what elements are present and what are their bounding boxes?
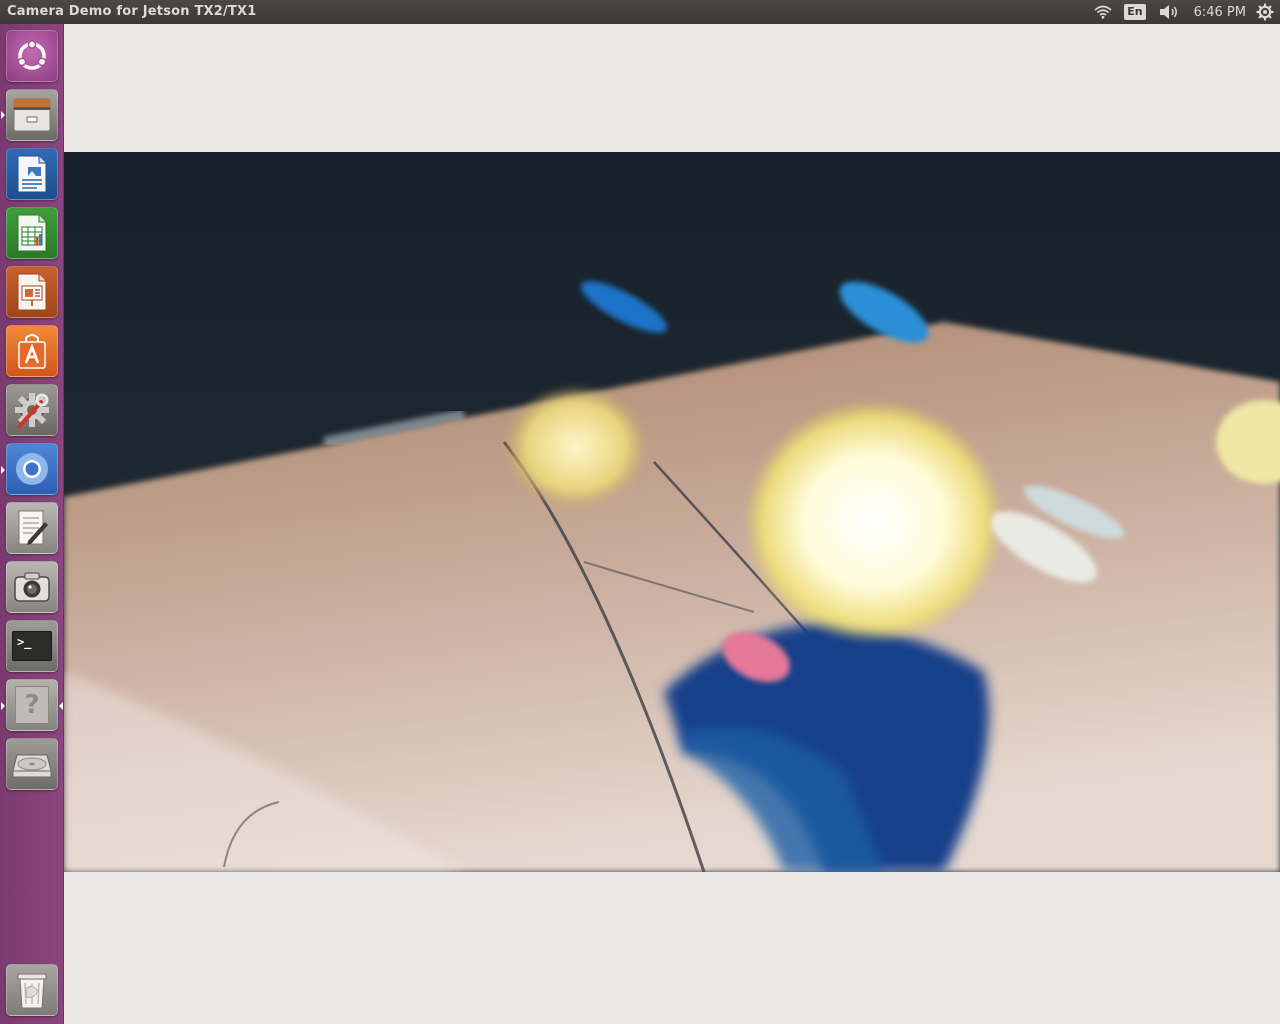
browser-icon: [16, 453, 48, 485]
launcher-item-calc[interactable]: [6, 207, 58, 259]
gear-icon[interactable]: [1254, 0, 1280, 24]
wifi-icon[interactable]: [1088, 0, 1118, 24]
presentation-icon: [17, 273, 47, 311]
launcher-item-impress[interactable]: [6, 266, 58, 318]
camera-demo-window: [64, 24, 1280, 1024]
camera-feed: [64, 152, 1280, 872]
running-indicator: [1, 111, 5, 119]
launcher-item-terminal[interactable]: >_: [6, 620, 58, 672]
launcher-item-chromium[interactable]: [6, 443, 58, 495]
launcher-item-files[interactable]: [6, 89, 58, 141]
help-icon: ?: [15, 686, 49, 724]
clock[interactable]: 6:46 PM: [1186, 5, 1254, 20]
spreadsheet-icon: [17, 214, 47, 252]
launcher-item-trash[interactable]: [6, 964, 58, 1016]
help-glyph: ?: [24, 690, 40, 720]
camera-icon: [14, 572, 50, 602]
keyboard-layout-indicator[interactable]: En: [1118, 0, 1151, 24]
top-panel: Camera Demo for Jetson TX2/TX1 En 6:46 P…: [0, 0, 1280, 24]
ubuntu-logo-icon: [17, 40, 47, 70]
active-indicator: [59, 702, 63, 710]
file-cabinet-icon: [13, 98, 51, 132]
window-title: Camera Demo for Jetson TX2/TX1: [7, 4, 257, 19]
launcher-item-software[interactable]: [6, 325, 58, 377]
indicator-area: En 6:46 PM: [1088, 0, 1280, 24]
running-indicator: [1, 466, 5, 474]
launcher-item-writer[interactable]: [6, 148, 58, 200]
launcher: >_ ?: [0, 24, 64, 1024]
settings-wrench-icon: [15, 393, 49, 429]
launcher-item-text-editor[interactable]: [6, 502, 58, 554]
launcher-item-dash[interactable]: [6, 30, 58, 82]
launcher-item-camera[interactable]: [6, 561, 58, 613]
launcher-item-disk[interactable]: [6, 738, 58, 790]
text-editor-icon: [18, 510, 48, 545]
disk-drive-icon: [12, 754, 52, 778]
volume-icon[interactable]: [1152, 0, 1186, 24]
terminal-icon: >_: [12, 631, 52, 661]
trash-icon: [17, 973, 47, 1009]
keyboard-layout-label: En: [1124, 4, 1146, 20]
launcher-item-help[interactable]: ?: [6, 679, 58, 731]
running-indicator: [1, 702, 5, 710]
shopping-bag-icon: [18, 334, 46, 369]
launcher-item-system-settings[interactable]: [6, 384, 58, 436]
document-icon: [17, 155, 47, 193]
terminal-prompt: >_: [17, 635, 32, 649]
